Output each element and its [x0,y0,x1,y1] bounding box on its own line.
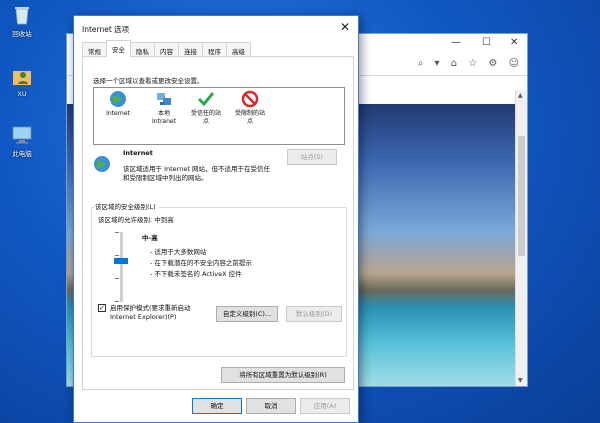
default-level-button[interactable]: 默认级别(D) [286,306,342,322]
security-tab-panel: 选择一个区域以查看或更改安全设置。 Internet 本地 Intranet 受… [82,56,354,390]
security-level-title: 该区域的安全级别(L) [95,201,159,211]
slider-tick [115,232,119,233]
toolbar-icons[interactable]: ⌕ ▾ ⌂ ☆ ⚙ ☺ [418,58,523,69]
scroll-up-icon[interactable]: ▲ [518,92,523,99]
globe-icon [93,155,111,173]
tab-programs[interactable]: 程序 [202,42,227,57]
ok-button[interactable]: 确定 [192,398,242,414]
zone-restricted-sites[interactable]: 受限制的站 点 [228,90,272,126]
protected-mode-label: 启用保护模式(要求重新启动 Internet Explorer)(P) [110,304,191,321]
allowed-levels-label: 该区域的允许级别: 中到高 [98,216,174,224]
zone-list: Internet 本地 Intranet 受信任的站 点 受限制的站 点 [93,87,345,145]
dialog-title: Internet 选项 [82,25,130,34]
zone-internet[interactable]: Internet [96,90,140,118]
security-slider-track [120,232,123,302]
intranet-icon [155,90,173,108]
desktop-icon-this-pc[interactable]: 此电脑 [2,124,42,158]
desktop-icon-user[interactable]: XU [2,66,42,98]
zone-prompt: 选择一个区域以查看或更改安全设置。 [93,77,204,85]
checkmark-icon [197,90,215,108]
tab-advanced[interactable]: 高级 [226,42,251,57]
tab-general[interactable]: 常规 [82,42,107,57]
tab-content[interactable]: 内容 [154,42,179,57]
security-slider-thumb[interactable] [114,258,128,264]
zone-label: 受信任的站 点 [190,110,221,125]
zone-title: Internet [123,149,153,157]
tab-security[interactable]: 安全 [106,40,131,57]
cancel-button[interactable]: 取消 [246,398,296,414]
sites-button[interactable]: 站点(S) [287,149,337,165]
level-bullet: - 在下载潜在的不安全内容之前提示 [150,259,252,267]
level-name: 中-高 [142,234,158,242]
scroll-thumb[interactable] [518,136,525,256]
maximize-button[interactable]: ☐ [482,37,491,48]
tab-connections[interactable]: 连接 [178,42,203,57]
globe-icon [109,90,127,108]
zone-label: 受限制的站 点 [234,110,265,125]
tab-strip: 常规 安全 隐私 内容 连接 程序 高级 [82,40,251,57]
zone-description: 该区域适用于 Internet 网站，但不适用于在受信任 和受限制区域中列出的网… [123,165,270,182]
user-folder-icon [11,66,33,88]
dialog-titlebar[interactable]: Internet 选项 ✕ [74,16,358,40]
custom-level-button[interactable]: 自定义级别(C)... [216,306,278,322]
computer-icon [11,124,33,146]
zone-local-intranet[interactable]: 本地 Intranet [142,90,186,126]
protected-mode-checkbox[interactable]: ✓ [98,304,106,312]
recycle-bin-icon [11,4,33,26]
slider-tick [115,301,119,302]
internet-options-dialog: Internet 选项 ✕ 常规 安全 隐私 内容 连接 程序 高级 选择一个区… [73,15,359,423]
apply-button[interactable]: 应用(A) [300,398,350,414]
desktop-icon-recycle-bin[interactable]: 回收站 [2,4,42,38]
level-bullet: - 不下载未签名的 ActiveX 控件 [150,270,242,278]
tab-privacy[interactable]: 隐私 [130,42,155,57]
zone-trusted-sites[interactable]: 受信任的站 点 [184,90,228,126]
desktop: 回收站 XU 此电脑 — ☐ ✕ ⌕ ▾ ⌂ ☆ ⚙ ☺ ▲ ▼ Interne… [0,0,600,423]
browser-scrollbar[interactable]: ▲ ▼ [515,90,527,386]
reset-all-zones-button[interactable]: 将所有区域重置为默认级别(R) [221,367,345,383]
security-level-group: 该区域的允许级别: 中到高 中-高 - 适用于大多数网站 - 在下载潜在的不安全… [91,207,347,357]
scroll-down-icon[interactable]: ▼ [518,377,523,384]
minimize-button[interactable]: — [451,37,461,48]
zone-label: Internet [96,110,140,118]
close-button[interactable]: ✕ [510,37,518,48]
slider-tick [115,255,119,256]
restricted-icon [241,90,259,108]
zone-label: 本地 Intranet [152,110,176,125]
dialog-close-button[interactable]: ✕ [340,20,350,34]
slider-tick [115,278,119,279]
level-bullet: - 适用于大多数网站 [150,248,207,256]
